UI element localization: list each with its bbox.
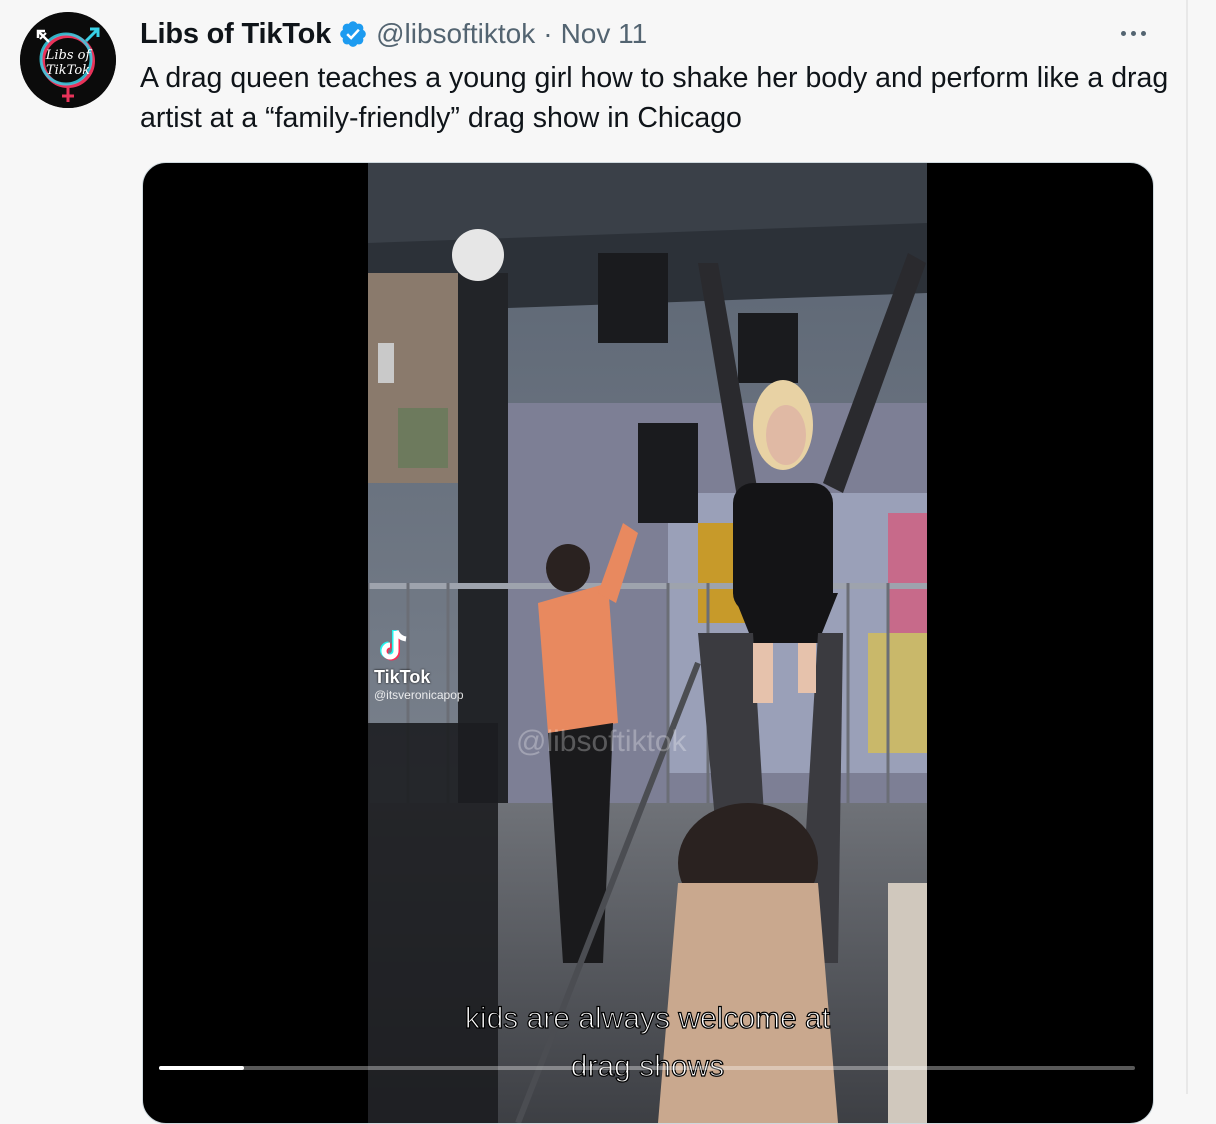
tweet-date[interactable]: Nov 11 <box>561 18 648 50</box>
author-handle[interactable]: @libsoftiktok <box>376 18 535 50</box>
video-progress-fill <box>159 1066 244 1070</box>
video-frame[interactable]: TikTok @itsveronicapop @libsoftiktok kid… <box>368 163 927 1123</box>
tweet-header: Libs of TikTok @libsoftiktok · Nov 11 <box>140 14 647 54</box>
timeline-border <box>1186 0 1188 1094</box>
more-options-icon[interactable] <box>1113 18 1153 48</box>
tweet-text: A drag queen teaches a young girl how to… <box>140 62 1169 134</box>
avatar-text-line1: Libs of <box>45 48 93 63</box>
tiktok-brand-label: TikTok <box>374 667 431 687</box>
video-caption: kids are always welcome at drag shows <box>368 995 927 1091</box>
verified-badge-icon <box>340 21 366 47</box>
caption-line1: kids are always welcome at <box>464 1001 831 1035</box>
tiktok-note-icon <box>380 629 407 661</box>
separator-dot: · <box>543 18 553 49</box>
video-progress-bar[interactable] <box>159 1066 1135 1070</box>
video-player[interactable]: TikTok @itsveronicapop @libsoftiktok kid… <box>142 162 1154 1124</box>
tiktok-branding: TikTok @itsveronicapop <box>374 625 524 702</box>
tweet-card[interactable]: Libs of TikTok Libs of TikTok @libsoftik… <box>0 0 1186 1124</box>
display-name[interactable]: Libs of TikTok <box>140 18 331 51</box>
avatar-text-line2: TikTok <box>46 63 90 78</box>
watermark: @libsoftiktok <box>516 725 687 758</box>
tiktok-username: @itsveronicapop <box>374 688 464 702</box>
avatar[interactable]: Libs of TikTok <box>20 12 116 108</box>
